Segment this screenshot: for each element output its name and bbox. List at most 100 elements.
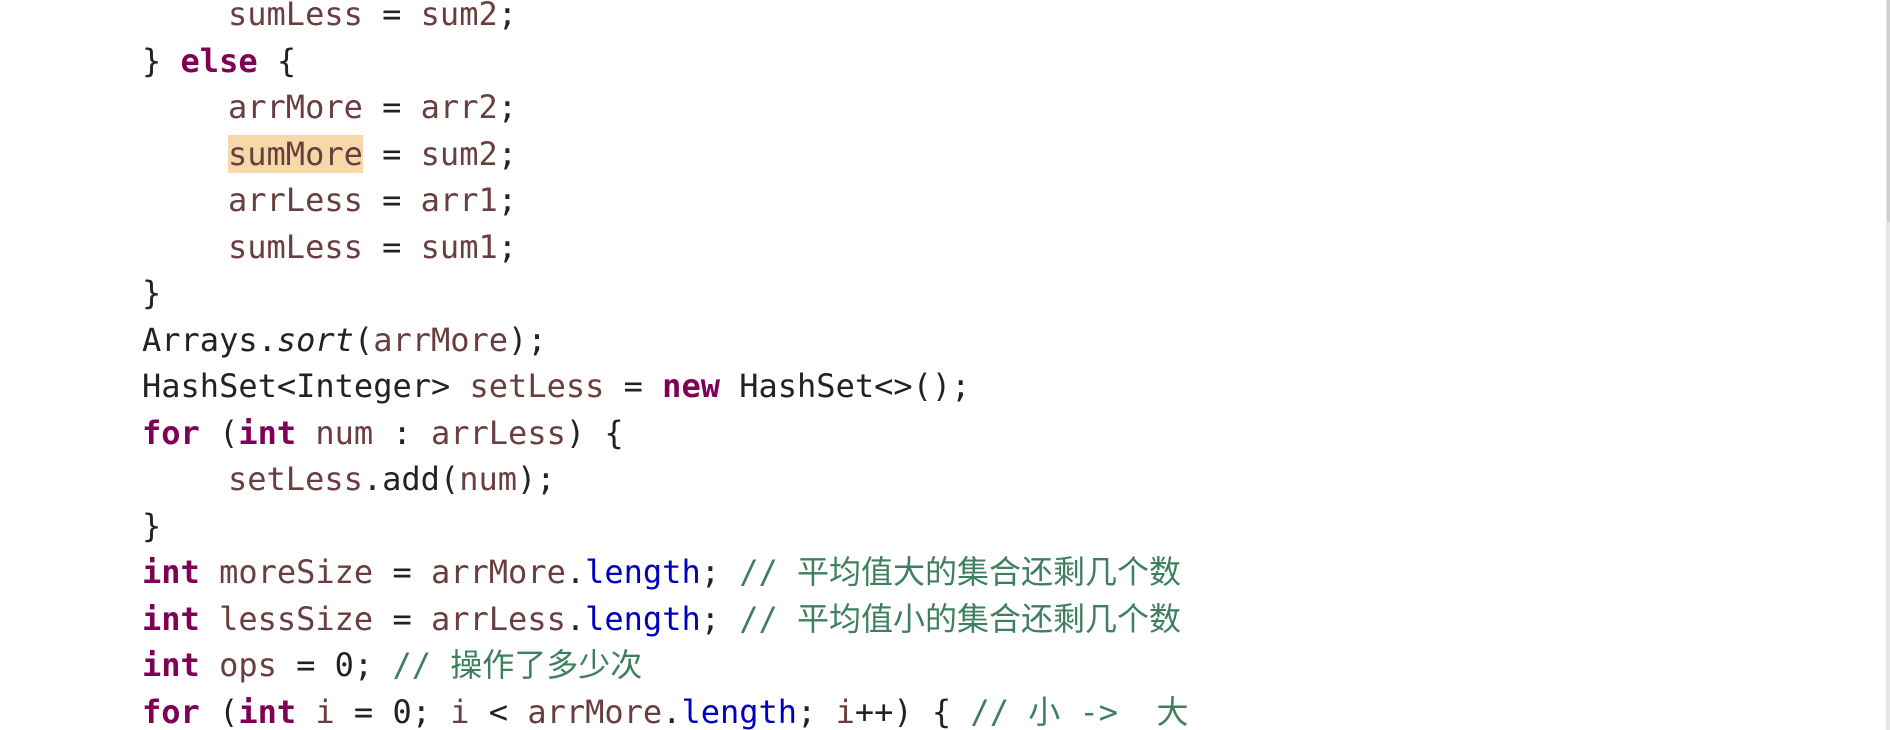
field-token: length — [681, 692, 798, 730]
code-token: ; — [497, 0, 517, 33]
code-token: = — [373, 553, 431, 591]
variable-token: num — [315, 413, 374, 452]
code-token: : — [373, 413, 431, 452]
code-token: ; — [497, 181, 517, 219]
code-line[interactable]: } else { — [142, 38, 1189, 85]
code-line[interactable]: for (int i = 0; i < arrMore.length; i++)… — [142, 689, 1189, 730]
static-method-token: sort — [276, 320, 354, 359]
keyword-token: else — [180, 41, 258, 80]
comment-token: // 小 -> 大 — [970, 692, 1189, 730]
variable-token: arrLess — [430, 599, 566, 638]
variable-token: i — [450, 692, 470, 730]
keyword-token: int — [142, 553, 200, 591]
variable-token: arrMore — [527, 692, 663, 730]
code-token: = — [362, 134, 421, 173]
code-token: Arrays. — [142, 320, 277, 359]
code-token: = — [373, 599, 431, 638]
code-token: = — [362, 0, 421, 33]
code-line[interactable]: setLess.add(num); — [142, 456, 1189, 503]
code-token: = 0; — [276, 646, 393, 684]
code-token: ; — [700, 553, 740, 591]
comment-token: // 操作了多少次 — [392, 646, 643, 684]
code-token: ); — [508, 320, 547, 359]
code-token: } — [142, 41, 181, 80]
comment-token: // 平均值大的集合还剩几个数 — [739, 553, 1182, 591]
code-line[interactable]: for (int num : arrLess) { — [142, 410, 1189, 457]
keyword-token: for — [142, 692, 200, 730]
variable-token: setLess — [228, 460, 363, 498]
code-token: = — [362, 181, 421, 219]
code-line[interactable]: arrMore = arr2; — [142, 84, 1189, 131]
code-line[interactable]: int ops = 0; // 操作了多少次 — [142, 642, 1189, 689]
code-token: ( — [199, 413, 239, 452]
variable-token: i — [315, 692, 335, 730]
variable-token: arrLess — [430, 413, 566, 452]
highlighted-occurrence: sumMore — [228, 134, 363, 173]
field-token: length — [585, 553, 701, 591]
variable-token: arrMore — [228, 88, 363, 126]
variable-token: ops — [219, 646, 277, 684]
code-token: ; — [797, 692, 836, 730]
code-token: . — [662, 692, 682, 730]
code-line[interactable]: Arrays.sort(arrMore); — [142, 317, 1189, 364]
variable-token: moreSize — [219, 553, 374, 591]
code-token: ; — [497, 227, 517, 266]
code-token: ( — [199, 692, 239, 730]
variable-token: sumLess — [228, 0, 363, 33]
code-token: = — [362, 88, 421, 126]
code-token: } — [142, 506, 162, 545]
variable-token: num — [459, 460, 517, 498]
code-token: .add( — [362, 460, 460, 498]
code-token: HashSet<>(); — [719, 367, 971, 405]
code-line[interactable]: arrLess = arr1; — [142, 177, 1189, 224]
code-token: ); — [516, 460, 556, 498]
code-line[interactable]: sumLess = sum2; — [142, 0, 1189, 38]
variable-token: sum2 — [420, 0, 498, 33]
code-token: ( — [353, 320, 374, 359]
code-token: HashSet<Integer> — [142, 367, 470, 405]
code-token: . — [565, 599, 586, 638]
code-line[interactable]: int lessSize = arrLess.length; // 平均值小的集… — [142, 596, 1189, 643]
keyword-token: new — [662, 367, 720, 405]
comment-token: // 平均值小的集合还剩几个数 — [739, 599, 1182, 638]
field-token: length — [585, 599, 701, 638]
keyword-token: int — [238, 692, 297, 730]
code-line[interactable]: } — [142, 503, 1189, 550]
code-token: . — [565, 553, 586, 591]
variable-token: sum1 — [420, 227, 498, 266]
code-token: = 0; — [334, 692, 451, 730]
code-token: ; — [497, 88, 517, 126]
variable-token: lessSize — [219, 599, 374, 638]
code-token: } — [142, 274, 162, 312]
code-line[interactable]: sumLess = sum1; — [142, 224, 1189, 271]
code-line[interactable]: sumMore = sum2; — [142, 131, 1189, 178]
code-line[interactable]: int moreSize = arrMore.length; // 平均值大的集… — [142, 549, 1189, 596]
code-token: < — [469, 692, 528, 730]
code-token: ; — [497, 134, 517, 173]
code-token: ++) { — [854, 692, 971, 730]
keyword-token: int — [142, 646, 200, 684]
code-area[interactable]: sumLess = sum2;} else {arrMore = arr2; su… — [142, 0, 1189, 730]
code-token: { — [257, 41, 297, 80]
keyword-token: int — [238, 413, 297, 452]
code-line[interactable]: } — [142, 270, 1189, 317]
keyword-token: for — [142, 413, 200, 452]
code-line[interactable]: HashSet<Integer> setLess = new HashSet<>… — [142, 363, 1189, 410]
code-token: ) { — [565, 413, 624, 452]
keyword-token: int — [142, 599, 200, 638]
variable-token: arrLess — [228, 181, 363, 219]
variable-token: setLess — [469, 367, 605, 405]
vertical-scrollbar[interactable] — [1886, 0, 1890, 730]
variable-token: arrMore — [373, 320, 509, 359]
variable-token: arrMore — [430, 553, 566, 591]
variable-token: i — [835, 692, 855, 730]
variable-token: sumLess — [228, 227, 363, 266]
variable-token: arr1 — [420, 181, 498, 219]
code-editor[interactable]: sumLess = sum2;} else {arrMore = arr2; su… — [0, 0, 1890, 730]
variable-token: sum2 — [420, 134, 498, 173]
